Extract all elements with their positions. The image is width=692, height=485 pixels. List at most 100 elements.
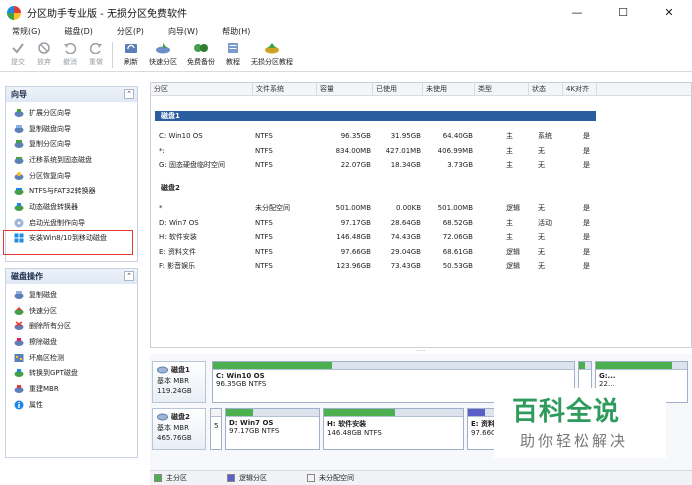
- wizard-item-boot-cd[interactable]: 启动光盘制作向导: [6, 215, 137, 231]
- collapse-disk-ops-button[interactable]: ⌃: [124, 271, 134, 281]
- disk1-info[interactable]: 磁盘1 基本 MBR 119.24GB: [152, 361, 206, 403]
- disk-op-label: 属性: [29, 400, 43, 409]
- partition-name: C: Win10 OS: [216, 372, 265, 380]
- partition-block-unallocated[interactable]: 5: [210, 408, 222, 450]
- col-align[interactable]: 4K对齐: [563, 83, 597, 96]
- partition-block-d[interactable]: D: Win7 OS 97.17GB NTFS: [225, 408, 320, 450]
- disk-op-properties[interactable]: 属性: [6, 397, 137, 413]
- redo-button[interactable]: 重做: [84, 40, 108, 70]
- col-status[interactable]: 状态: [529, 83, 563, 96]
- convert-icon: [14, 186, 24, 196]
- partition-size: 5: [214, 422, 219, 430]
- table-cell-align: 是: [583, 218, 590, 227]
- free-backup-label: 免费备份: [187, 58, 215, 66]
- table-cell-cap: 22.07GB: [340, 161, 371, 169]
- table-row[interactable]: F: 影音娱乐 NTFS 123.96GB 73.43GB 50.53GB 逻辑 无 是: [151, 260, 691, 273]
- table-cell-cap: 96.35GB: [340, 132, 371, 140]
- partition-name: H: 软件安装: [327, 420, 367, 428]
- window-title: 分区助手专业版 - 无损分区免费软件: [27, 9, 187, 20]
- menu-partition[interactable]: 分区(P): [111, 25, 150, 39]
- partition-usage-bar: [579, 362, 586, 369]
- close-button[interactable]: ✕: [646, 0, 692, 25]
- lossless-tutorial-button[interactable]: 无损分区教程: [247, 40, 297, 70]
- disk1-table-label: 磁盘1: [161, 112, 180, 120]
- menu-general[interactable]: 常规(G): [6, 25, 46, 39]
- collapse-wizard-button[interactable]: ⌃: [124, 89, 134, 99]
- table-cell-status: 无: [538, 233, 545, 241]
- backup-icon: [193, 41, 209, 55]
- commit-button[interactable]: 提交: [6, 40, 30, 70]
- left-panel: 向导 ⌃ 扩展分区向导 复制磁盘向导 复制分区向导 迁移系统到固态磁盘 分区恢复…: [0, 78, 148, 485]
- disk-op-copy[interactable]: 复制磁盘: [6, 287, 137, 303]
- table-cell-used: 18.34GB: [390, 161, 421, 169]
- wizard-item-copy-partition[interactable]: 复制分区向导: [6, 136, 137, 152]
- table-row[interactable]: D: Win7 OS NTFS 97.17GB 28.64GB 68.52GB 主 活动 是: [151, 217, 691, 230]
- table-cell-fs: NTFS: [255, 218, 273, 227]
- table-cell-align: 是: [583, 161, 590, 169]
- table-cell-used: 31.95GB: [390, 132, 421, 140]
- disk1-header-bar[interactable]: [155, 111, 596, 121]
- refresh-button[interactable]: 刷新: [119, 40, 143, 70]
- disk-op-delete-all[interactable]: 删除所有分区: [6, 318, 137, 334]
- disk2-type: 基本 MBR: [157, 424, 189, 432]
- partition-usage-bar: [226, 409, 253, 416]
- wizard-item-label: 复制磁盘向导: [29, 124, 71, 133]
- discard-button[interactable]: 放弃: [32, 40, 56, 70]
- table-cell-used: 73.43GB: [390, 262, 421, 270]
- wipe-icon: [14, 337, 24, 347]
- table-cell-fs: 未分配空间: [255, 204, 290, 212]
- wizard-item-migrate-ssd[interactable]: 迁移系统到固态磁盘: [6, 152, 137, 168]
- redo-label: 重做: [89, 58, 103, 66]
- wizard-item-extend[interactable]: 扩展分区向导: [6, 105, 137, 121]
- wizard-item-ntfs-fat32[interactable]: NTFS与FAT32转换器: [6, 183, 137, 199]
- table-row[interactable]: C: Win10 OS NTFS 96.35GB 31.95GB 64.40GB 主 系统 是: [151, 130, 691, 143]
- wizard-item-dynamic[interactable]: 动态磁盘转换器: [6, 199, 137, 215]
- check-icon: [10, 41, 26, 55]
- undo-button[interactable]: 撤消: [58, 40, 82, 70]
- table-row[interactable]: * 未分配空间 501.00MB 0.00KB 501.00MB 逻辑 无 是: [151, 202, 691, 215]
- table-row[interactable]: H: 软件安装 NTFS 146.48GB 74.43GB 72.06GB 主 无 是: [151, 231, 691, 244]
- table-cell-type: 逻辑: [506, 204, 520, 212]
- undo-label: 撤消: [63, 58, 77, 66]
- col-free[interactable]: 未使用: [423, 83, 475, 96]
- tutorial-label: 教程: [226, 58, 240, 66]
- table-cell-used: 28.64GB: [390, 218, 421, 227]
- disk-op-rebuild-mbr[interactable]: 重建MBR: [6, 381, 137, 397]
- menu-help[interactable]: 帮助(H): [216, 25, 256, 39]
- wizard-item-copy-disk[interactable]: 复制磁盘向导: [6, 121, 137, 137]
- primary-swatch: [154, 474, 162, 482]
- quick-partition-button[interactable]: 快速分区: [145, 40, 181, 70]
- partition-block-h[interactable]: H: 软件安装 146.48GB NTFS: [323, 408, 464, 450]
- col-type[interactable]: 类型: [475, 83, 529, 96]
- minimize-button[interactable]: —: [554, 0, 600, 25]
- partition-usage-bar: [324, 409, 395, 416]
- disk-ops-group: 磁盘操作 ⌃ 复制磁盘 快速分区 删除所有分区 擦除磁盘 坏扇区检测 转换到GP…: [5, 268, 138, 458]
- disk-op-wipe[interactable]: 擦除磁盘: [6, 334, 137, 350]
- toolbar-divider: [112, 42, 113, 68]
- table-row[interactable]: *: NTFS 834.00MB 427.01MB 406.99MB 主 无 是: [151, 145, 691, 158]
- table-cell-cap: 123.96GB: [336, 262, 371, 270]
- disk-op-to-gpt[interactable]: 转换到GPT磁盘: [6, 365, 137, 381]
- disk-op-label: 擦除磁盘: [29, 337, 57, 346]
- lossless-tutorial-label: 无损分区教程: [251, 58, 293, 66]
- free-backup-button[interactable]: 免费备份: [183, 40, 219, 70]
- disk-op-bad-sector[interactable]: 坏扇区检测: [6, 350, 137, 366]
- wizard-item-recovery[interactable]: 分区恢复向导: [6, 168, 137, 184]
- disk2-info[interactable]: 磁盘2 基本 MBR 465.76GB: [152, 408, 206, 450]
- disk-op-quick-partition[interactable]: 快速分区: [6, 303, 137, 319]
- tutorial-button[interactable]: 教程: [221, 40, 245, 70]
- maximize-button[interactable]: ☐: [600, 0, 646, 25]
- table-cell-name: F: 影音娱乐: [159, 262, 196, 270]
- menu-disk[interactable]: 磁盘(D): [58, 25, 98, 39]
- col-capacity[interactable]: 容量: [317, 83, 373, 96]
- menu-wizard[interactable]: 向导(W): [162, 25, 204, 39]
- col-filesystem[interactable]: 文件系统: [253, 83, 317, 96]
- legend: 主分区 逻辑分区 未分配空间: [150, 470, 692, 485]
- table-cell-status: 无: [538, 262, 545, 270]
- disk-op-label: 快速分区: [29, 306, 57, 315]
- col-partition[interactable]: 分区: [151, 83, 253, 96]
- quick-partition-icon: [14, 306, 24, 316]
- table-row[interactable]: E: 资料文件 NTFS 97.66GB 29.04GB 68.61GB 逻辑 无 是: [151, 246, 691, 259]
- col-used[interactable]: 已使用: [373, 83, 423, 96]
- table-row[interactable]: G: 固态硬盘临时空间 NTFS 22.07GB 18.34GB 3.73GB 主 无 是: [151, 159, 691, 172]
